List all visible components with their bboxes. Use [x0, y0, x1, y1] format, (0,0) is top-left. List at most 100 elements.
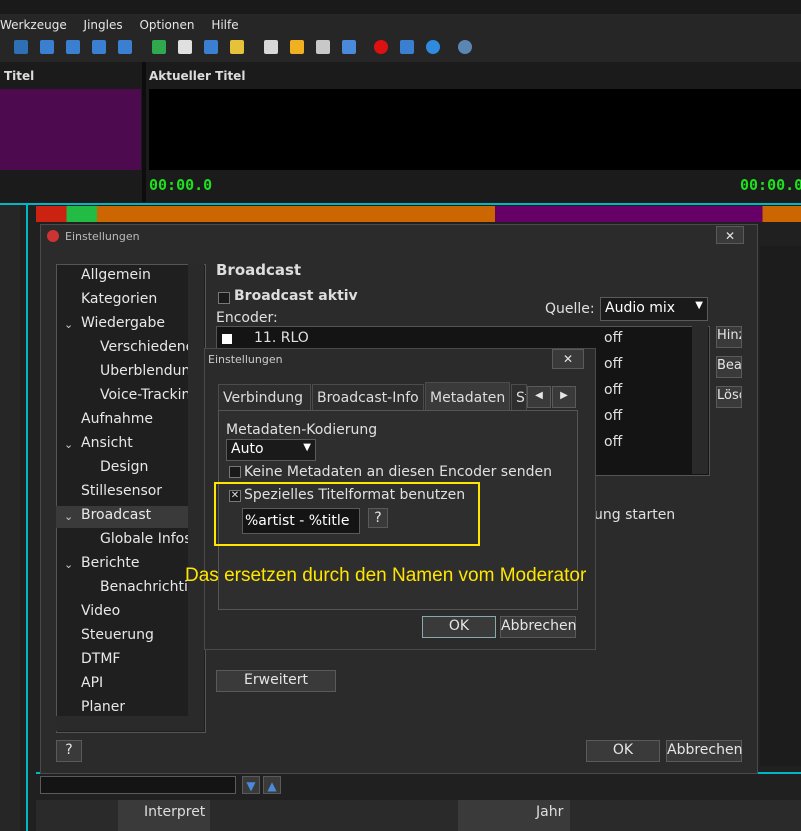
- tree-item[interactable]: DTMF: [81, 651, 120, 667]
- tree-item[interactable]: Voice-Tracking: [100, 387, 188, 403]
- encoder-label: Encoder:: [216, 310, 278, 326]
- encoder-status: off: [604, 382, 623, 398]
- close-icon[interactable]: ✕: [716, 226, 744, 244]
- edit-encoder-button[interactable]: Bearbe: [716, 356, 742, 378]
- arrow-down-icon[interactable]: ▼: [242, 776, 260, 794]
- grid-icon[interactable]: [92, 40, 106, 54]
- chevron-down-icon[interactable]: ⌄: [64, 510, 73, 523]
- menu-jingles[interactable]: Jingles: [84, 14, 128, 32]
- encoder-scrollbar[interactable]: [692, 326, 708, 474]
- tab-broadcast-info[interactable]: Broadcast-Info: [312, 384, 424, 410]
- highlight-box: [214, 482, 480, 546]
- panel-icon[interactable]: [118, 40, 132, 54]
- encoder-status: off: [604, 434, 623, 450]
- ok-button[interactable]: OK: [586, 740, 660, 762]
- globe-icon[interactable]: [426, 40, 440, 54]
- add-encoder-button[interactable]: Hinzufü: [716, 326, 742, 348]
- bar-chart-icon[interactable]: [400, 40, 414, 54]
- help-button[interactable]: ?: [56, 740, 82, 762]
- delete-encoder-button[interactable]: Lösche: [716, 386, 742, 408]
- window-icon[interactable]: [40, 40, 54, 54]
- tree-item[interactable]: Benachrichtigung: [100, 579, 188, 595]
- menubar: Werkzeuge Jingles Optionen Hilfe: [0, 14, 801, 36]
- cover-art-right: [149, 89, 801, 170]
- clipboard-icon[interactable]: [264, 40, 278, 54]
- encoder-status: off: [604, 408, 623, 424]
- record-icon[interactable]: [374, 40, 388, 54]
- metadata-encoding-value: Auto: [231, 441, 264, 457]
- metadata-encoding-select[interactable]: Auto ▼: [226, 439, 316, 461]
- dialog-title: Einstellungen: [65, 230, 140, 243]
- tree-item[interactable]: Aufnahme: [81, 411, 153, 427]
- add-track-icon[interactable]: [152, 40, 166, 54]
- tab-verbindung[interactable]: Verbindung: [218, 384, 311, 410]
- add-file-icon[interactable]: [178, 40, 192, 54]
- sub-dialog-title: Einstellungen: [208, 353, 283, 366]
- tree-item[interactable]: Verschiedenes: [100, 339, 188, 355]
- encoder-checkbox[interactable]: [222, 334, 232, 344]
- col-interpret-label: Interpret: [144, 804, 206, 820]
- tree-scrollbar[interactable]: [188, 264, 204, 731]
- timer-left: 00:00.0: [149, 176, 213, 194]
- tree-hscrollbar[interactable]: [56, 716, 188, 731]
- cover-art-left: [0, 89, 141, 170]
- tools-icon[interactable]: [316, 40, 330, 54]
- encoder-status: off: [604, 356, 623, 372]
- chevron-down-icon: ▼: [303, 442, 311, 453]
- encoder-name: 11. RLO: [254, 330, 309, 346]
- arrow-up-icon[interactable]: ▲: [263, 776, 281, 794]
- chevron-down-icon[interactable]: ⌄: [64, 558, 73, 571]
- tree-item[interactable]: Steuerung: [81, 627, 154, 643]
- tree-item[interactable]: Video: [81, 603, 120, 619]
- tree-item[interactable]: Design: [100, 459, 148, 475]
- search-input[interactable]: [40, 776, 236, 794]
- menu-werkzeuge[interactable]: Werkzeuge: [0, 14, 72, 32]
- tree-item[interactable]: Kategorien: [81, 291, 157, 307]
- tree-item[interactable]: Wiedergabe: [81, 315, 165, 331]
- tree-item[interactable]: Broadcast: [81, 507, 151, 523]
- annotation-text: Das ersetzen durch den Namen vom Moderat…: [185, 565, 587, 586]
- col-jahr-label: Jahr: [536, 804, 564, 820]
- category-tabs[interactable]: [36, 206, 801, 222]
- accent-line: [0, 203, 801, 205]
- tab-st[interactable]: St: [511, 384, 527, 410]
- tab-scroll-right-icon[interactable]: ▶: [552, 386, 576, 408]
- source-select[interactable]: Audio mix ▼: [600, 297, 708, 321]
- clock-icon[interactable]: [290, 40, 304, 54]
- tree-item[interactable]: Überblendung: [100, 363, 188, 379]
- tree-item[interactable]: Planer: [81, 699, 125, 715]
- tab-scroll-left-icon[interactable]: ◀: [527, 386, 551, 408]
- chevron-down-icon[interactable]: ⌄: [64, 438, 73, 451]
- sub-ok-button[interactable]: OK: [422, 616, 496, 638]
- menu-optionen[interactable]: Optionen: [139, 14, 199, 32]
- layout-icon[interactable]: [14, 40, 28, 54]
- note-icon[interactable]: [342, 40, 356, 54]
- add-folder-icon[interactable]: [230, 40, 244, 54]
- tree-item[interactable]: Ansicht: [81, 435, 133, 451]
- gear-icon[interactable]: [458, 40, 472, 54]
- tree-item[interactable]: Allgemein: [81, 267, 151, 283]
- tree-item[interactable]: API: [81, 675, 103, 691]
- accent-line-left: [26, 203, 28, 831]
- cancel-button[interactable]: Abbrechen: [666, 740, 742, 762]
- tree-item[interactable]: Berichte: [81, 555, 140, 571]
- source-value: Audio mix: [605, 300, 676, 316]
- left-panel: [0, 205, 20, 831]
- tree-item[interactable]: Globale Infos: [100, 531, 188, 547]
- no-metadata-checkbox[interactable]: [229, 466, 241, 478]
- no-metadata-label: Keine Metadaten an diesen Encoder senden: [244, 464, 552, 480]
- sub-cancel-button[interactable]: Abbrechen: [500, 616, 576, 638]
- current-title-header: Aktueller Titel: [149, 69, 246, 83]
- broadcast-active-checkbox[interactable]: [218, 292, 230, 304]
- tree-item[interactable]: Stillesensor: [81, 483, 162, 499]
- advanced-button[interactable]: Erweitert: [216, 670, 336, 692]
- chevron-down-icon[interactable]: ⌄: [64, 318, 73, 331]
- menu-hilfe[interactable]: Hilfe: [211, 14, 243, 32]
- splitter[interactable]: [142, 62, 146, 202]
- toolbar: [0, 36, 801, 62]
- tab-metadaten[interactable]: Metadaten: [425, 382, 510, 412]
- add-stream-icon[interactable]: [204, 40, 218, 54]
- close-icon[interactable]: ✕: [552, 349, 584, 369]
- columns-icon[interactable]: [66, 40, 80, 54]
- start-text: ung starten: [594, 507, 676, 523]
